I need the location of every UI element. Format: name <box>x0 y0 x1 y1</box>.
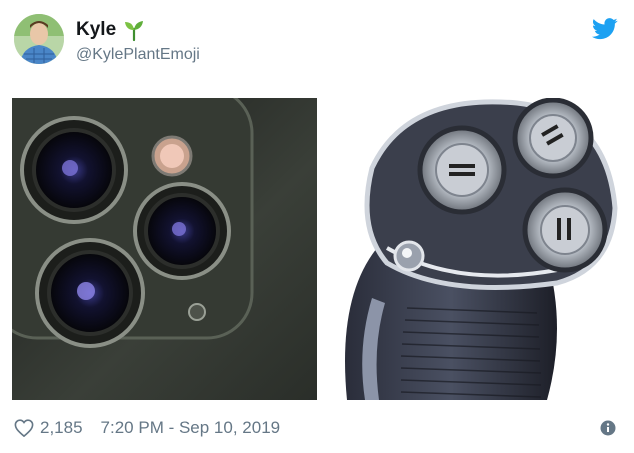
twitter-bird-icon[interactable] <box>592 18 618 40</box>
avatar-image <box>14 14 64 64</box>
tweet-card: Kyle @KylePlantEmoji 2,185 7:20 PM - Sep… <box>0 0 634 453</box>
seedling-icon <box>122 18 146 42</box>
tweet-timestamp[interactable]: 7:20 PM - Sep 10, 2019 <box>101 418 281 438</box>
tweet-footer: 2,185 7:20 PM - Sep 10, 2019 <box>14 418 280 438</box>
avatar[interactable] <box>14 14 64 64</box>
electric-shaver-photo[interactable] <box>317 98 622 400</box>
name-row: Kyle <box>76 18 146 42</box>
user-handle[interactable]: @KylePlantEmoji <box>76 46 200 64</box>
display-name[interactable]: Kyle <box>76 19 116 41</box>
tweet-media[interactable] <box>12 98 622 400</box>
info-icon[interactable] <box>600 420 616 436</box>
camera-lenses-photo[interactable] <box>12 98 317 400</box>
heart-icon[interactable] <box>14 419 34 438</box>
like-count[interactable]: 2,185 <box>40 418 83 438</box>
